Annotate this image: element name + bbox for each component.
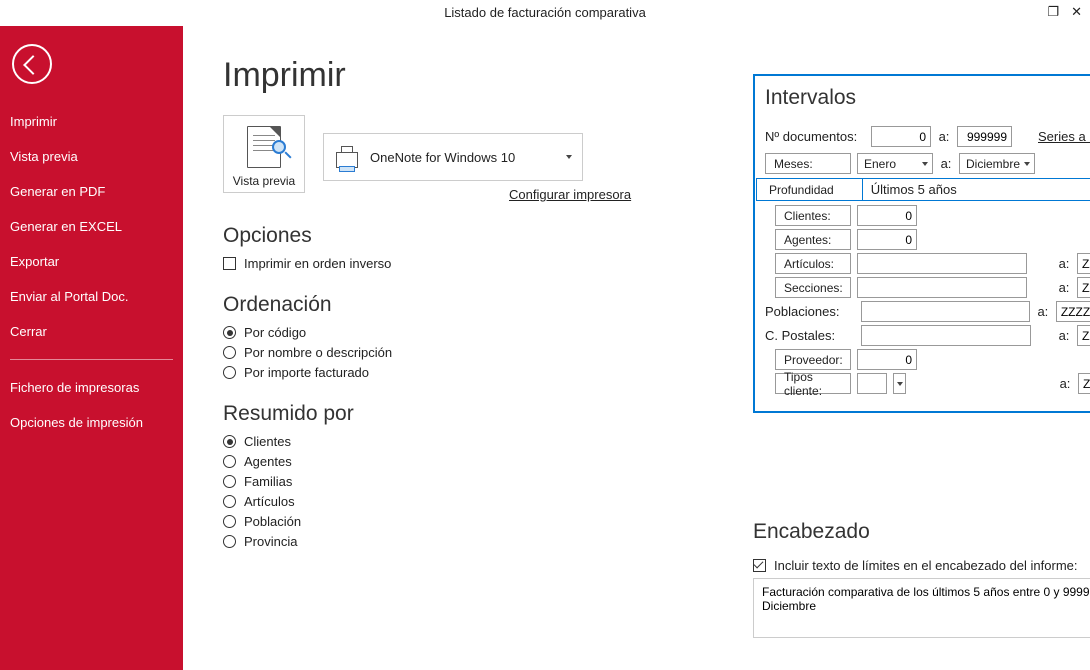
sidebar-item-opciones-impresion[interactable]: Opciones de impresión — [0, 405, 183, 440]
radio-icon — [223, 535, 236, 548]
poblaciones-from-input[interactable] — [861, 301, 1030, 322]
radio-icon — [223, 326, 236, 339]
sidebar-item-exportar[interactable]: Exportar — [0, 244, 183, 279]
ndoc-label: Nº documentos: — [765, 129, 865, 144]
sidebar-item-vista-previa[interactable]: Vista previa — [0, 139, 183, 174]
title-bar: Listado de facturación comparativa ❐ ✕ — [0, 0, 1090, 26]
cpostales-to-input[interactable] — [1077, 325, 1090, 346]
sidebar: Imprimir Vista previa Generar en PDF Gen… — [0, 26, 183, 670]
radio-icon — [223, 435, 236, 448]
intervalos-heading: Intervalos — [765, 86, 1090, 110]
chevron-down-icon — [566, 155, 572, 159]
secciones-to-input[interactable] — [1077, 277, 1090, 298]
printer-icon — [334, 146, 360, 168]
checkbox-icon — [223, 257, 236, 270]
intervalos-panel: Intervalos Nº documentos: a: Series a im… — [753, 74, 1090, 413]
ndoc-from-input[interactable] — [871, 126, 931, 147]
window-title: Listado de facturación comparativa — [444, 5, 646, 20]
sidebar-item-cerrar[interactable]: Cerrar — [0, 314, 183, 349]
mes-to-select[interactable]: Diciembre — [959, 153, 1035, 174]
agentes-from-input[interactable] — [857, 229, 917, 250]
tiposcliente-to-input[interactable] — [1078, 373, 1090, 394]
vista-previa-label: Vista previa — [233, 174, 295, 188]
poblaciones-label: Poblaciones: — [765, 304, 855, 319]
articulos-to-input[interactable] — [1077, 253, 1090, 274]
sidebar-item-fichero-impresoras[interactable]: Fichero de impresoras — [0, 370, 183, 405]
sidebar-item-imprimir[interactable]: Imprimir — [0, 104, 183, 139]
back-button[interactable] — [12, 44, 52, 84]
encabezado-panel: Encabezado Incluir texto de límites en e… — [753, 520, 1090, 641]
profundidad-button[interactable]: Profundidad — [765, 179, 838, 200]
reverse-print-label: Imprimir en orden inverso — [244, 256, 391, 271]
secciones-from-input[interactable] — [857, 277, 1027, 298]
ndoc-to-input[interactable] — [957, 126, 1012, 147]
meses-button[interactable]: Meses: — [765, 153, 851, 174]
restore-icon[interactable]: ❐ — [1047, 2, 1059, 22]
res-articulos[interactable]: Artículos — [223, 494, 1080, 509]
proveedor-button[interactable]: Proveedor: — [775, 349, 851, 370]
tiposcliente-from-dd[interactable] — [893, 373, 906, 394]
close-icon[interactable]: ✕ — [1071, 2, 1082, 22]
cpostales-label: C. Postales: — [765, 328, 855, 343]
articulos-from-input[interactable] — [857, 253, 1027, 274]
mes-from-select[interactable]: Enero — [857, 153, 933, 174]
sidebar-item-generar-excel[interactable]: Generar en EXCEL — [0, 209, 183, 244]
configure-printer-link[interactable]: Configurar impresora — [509, 187, 631, 202]
cpostales-from-input[interactable] — [861, 325, 1031, 346]
sidebar-item-enviar-portal[interactable]: Enviar al Portal Doc. — [0, 279, 183, 314]
agentes-button[interactable]: Agentes: — [775, 229, 851, 250]
radio-icon — [223, 455, 236, 468]
magnifier-icon — [272, 140, 294, 162]
printer-name: OneNote for Windows 10 — [370, 150, 515, 165]
include-limits-label: Incluir texto de límites en el encabezad… — [774, 558, 1078, 573]
radio-icon — [223, 346, 236, 359]
poblaciones-to-input[interactable] — [1056, 301, 1090, 322]
profundidad-select[interactable]: Últimos 5 años — [862, 179, 1090, 200]
vista-previa-button[interactable]: Vista previa — [223, 115, 305, 193]
printer-select[interactable]: OneNote for Windows 10 — [323, 133, 583, 181]
sidebar-item-generar-pdf[interactable]: Generar en PDF — [0, 174, 183, 209]
radio-icon — [223, 495, 236, 508]
encabezado-text[interactable] — [753, 578, 1090, 638]
tiposcliente-button[interactable]: Tipos cliente: — [775, 373, 851, 394]
include-limits-checkbox[interactable]: Incluir texto de límites en el encabezad… — [753, 558, 1090, 573]
res-agentes[interactable]: Agentes — [223, 454, 1080, 469]
secciones-button[interactable]: Secciones: — [775, 277, 851, 298]
profundidad-row: Profundidad Últimos 5 años — [756, 178, 1090, 201]
checkbox-icon — [753, 559, 766, 572]
encabezado-heading: Encabezado — [753, 520, 1090, 544]
clientes-from-input[interactable] — [857, 205, 917, 226]
radio-icon — [223, 366, 236, 379]
tiposcliente-from-input[interactable] — [857, 373, 887, 394]
res-familias[interactable]: Familias — [223, 474, 1080, 489]
proveedor-input[interactable] — [857, 349, 917, 370]
radio-icon — [223, 515, 236, 528]
articulos-button[interactable]: Artículos: — [775, 253, 851, 274]
series-imprimir-link[interactable]: Series a imprimir: — [1038, 129, 1090, 144]
radio-icon — [223, 475, 236, 488]
clientes-button[interactable]: Clientes: — [775, 205, 851, 226]
res-clientes[interactable]: Clientes — [223, 434, 1080, 449]
